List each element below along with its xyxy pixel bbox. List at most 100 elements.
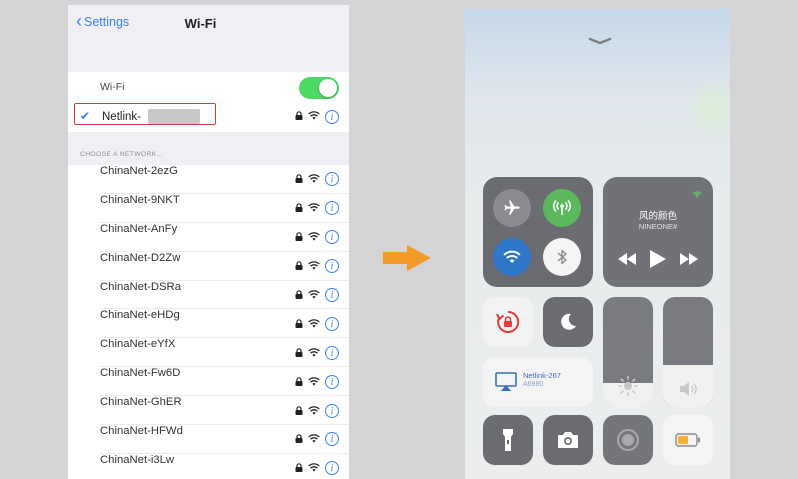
info-icon[interactable]: i: [325, 345, 339, 360]
info-icon[interactable]: i: [325, 230, 339, 245]
next-track-icon[interactable]: [680, 253, 698, 265]
network-name: ChinaNet-2ezG: [100, 165, 178, 177]
lock-icon: [295, 170, 303, 188]
info-icon[interactable]: i: [325, 259, 339, 274]
network-name: ChinaNet-AnFy: [100, 222, 178, 235]
network-status-icons: i: [295, 257, 339, 275]
network-name: ChinaNet-i3Lw: [100, 453, 175, 466]
brightness-slider[interactable]: [603, 297, 653, 407]
info-icon[interactable]: i: [325, 288, 339, 302]
lock-icon: [295, 430, 303, 448]
network-status-icons: i: [295, 170, 339, 188]
cellular-data-button[interactable]: [543, 189, 581, 227]
network-row[interactable]: ChinaNet-2ezG i: [68, 165, 349, 194]
moon-icon: [561, 313, 576, 330]
airplay-audio-icon[interactable]: [691, 185, 703, 203]
network-status-icons: i: [295, 344, 339, 362]
info-icon[interactable]: i: [325, 201, 339, 216]
network-status-icons: i: [295, 228, 339, 246]
wifi-settings-screen: ‹ Settings Wi-Fi Wi-Fi ✔ Netlink- i CHOO…: [68, 5, 349, 479]
sun-icon: [603, 375, 653, 397]
info-icon[interactable]: i: [325, 432, 339, 447]
chevron-down-icon[interactable]: [588, 32, 612, 50]
wifi-signal-icon: [308, 286, 320, 304]
checkmark-icon: ✔: [80, 109, 91, 123]
now-playing-tile: 风的颜色 NINEONE#: [603, 177, 713, 287]
wifi-signal-icon: [308, 430, 320, 448]
screen-record-icon: [617, 429, 639, 451]
network-row[interactable]: ChinaNet-eHDg i: [68, 309, 349, 339]
lock-icon: [295, 344, 303, 362]
wifi-toggle[interactable]: [299, 77, 339, 99]
rotation-lock-icon: [496, 310, 520, 333]
network-name: ChinaNet-GhER: [100, 396, 182, 409]
artist-name: NINEONE#: [638, 222, 678, 231]
camera-button[interactable]: [543, 415, 593, 465]
lock-icon: [295, 111, 303, 123]
airplane-mode-button[interactable]: [493, 189, 531, 227]
network-status-icons: i: [295, 373, 339, 391]
network-row[interactable]: ChinaNet-DSRa i: [68, 281, 349, 310]
wifi-signal-icon: [308, 373, 320, 391]
wifi-signal-icon: [308, 228, 320, 246]
lock-icon: [295, 228, 303, 246]
network-row[interactable]: ChinaNet-9NKT i: [68, 194, 349, 223]
wifi-button[interactable]: [493, 238, 531, 276]
song-title: 风的颜色: [638, 211, 677, 222]
network-status-icons: i: [295, 286, 339, 304]
wifi-icon: [503, 250, 521, 264]
info-icon[interactable]: i: [325, 461, 339, 476]
flashlight-button[interactable]: [483, 415, 533, 465]
lock-icon: [295, 373, 303, 391]
low-power-button[interactable]: [663, 415, 713, 465]
network-name: ChinaNet-Fw6D: [100, 367, 181, 380]
connected-network-row[interactable]: ✔ Netlink- i: [68, 102, 349, 132]
network-status-icons: i: [295, 199, 339, 217]
volume-slider[interactable]: [663, 297, 713, 407]
lock-icon: [295, 286, 303, 304]
screen-mirroring-button[interactable]: Netlink-267 A6980: [483, 357, 593, 407]
network-row[interactable]: ChinaNet-i3Lw i: [68, 454, 349, 479]
do-not-disturb-button[interactable]: [543, 297, 593, 347]
lock-icon: [295, 459, 303, 477]
network-status-icons: i: [295, 459, 339, 477]
info-icon[interactable]: i: [325, 403, 339, 418]
rotation-lock-button[interactable]: [483, 297, 533, 347]
wifi-signal-icon: [308, 199, 320, 217]
info-icon[interactable]: i: [325, 172, 339, 187]
network-list: ChinaNet-2ezG i ChinaNet-9NKT i ChinaNet-AnF…: [68, 165, 349, 479]
wifi-signal-icon: [308, 111, 320, 123]
navigation-bar: ‹ Settings Wi-Fi: [68, 5, 349, 43]
section-header: CHOOSE A NETWORK...: [80, 151, 164, 158]
network-row[interactable]: ChinaNet-HFWd i: [68, 425, 349, 454]
network-status-icons: i: [295, 402, 339, 420]
network-row[interactable]: ChinaNet-eYfX i: [68, 338, 349, 368]
info-icon[interactable]: i: [325, 316, 339, 331]
bluetooth-icon: [557, 249, 567, 265]
network-row[interactable]: ChinaNet-Fw6D i: [68, 367, 349, 397]
play-icon[interactable]: [650, 250, 666, 268]
info-icon[interactable]: i: [325, 374, 339, 389]
network-status-icons: i: [295, 430, 339, 448]
page-title: Wi-Fi: [184, 16, 217, 31]
background-glow: [685, 79, 730, 139]
low-power-icon: [675, 433, 700, 447]
playback-controls: [603, 250, 713, 268]
network-name: ChinaNet-DSRa: [100, 280, 181, 293]
airplane-icon: [504, 200, 520, 215]
network-name: ChinaNet-eHDg: [100, 309, 180, 322]
bluetooth-button[interactable]: [543, 238, 581, 276]
info-icon[interactable]: i: [325, 110, 339, 124]
flashlight-icon: [503, 429, 513, 451]
lock-icon: [295, 199, 303, 217]
network-status-icons: i: [295, 110, 339, 124]
network-row[interactable]: ChinaNet-AnFy i: [68, 223, 349, 252]
previous-track-icon[interactable]: [618, 253, 636, 265]
wifi-signal-icon: [308, 315, 320, 333]
wifi-signal-icon: [308, 459, 320, 477]
network-row[interactable]: ChinaNet-D2Zw i: [68, 252, 349, 281]
lock-icon: [295, 315, 303, 333]
network-row[interactable]: ChinaNet-GhER i: [68, 396, 349, 426]
screen-record-button[interactable]: [603, 415, 653, 465]
arrow-right-icon: [383, 245, 433, 276]
